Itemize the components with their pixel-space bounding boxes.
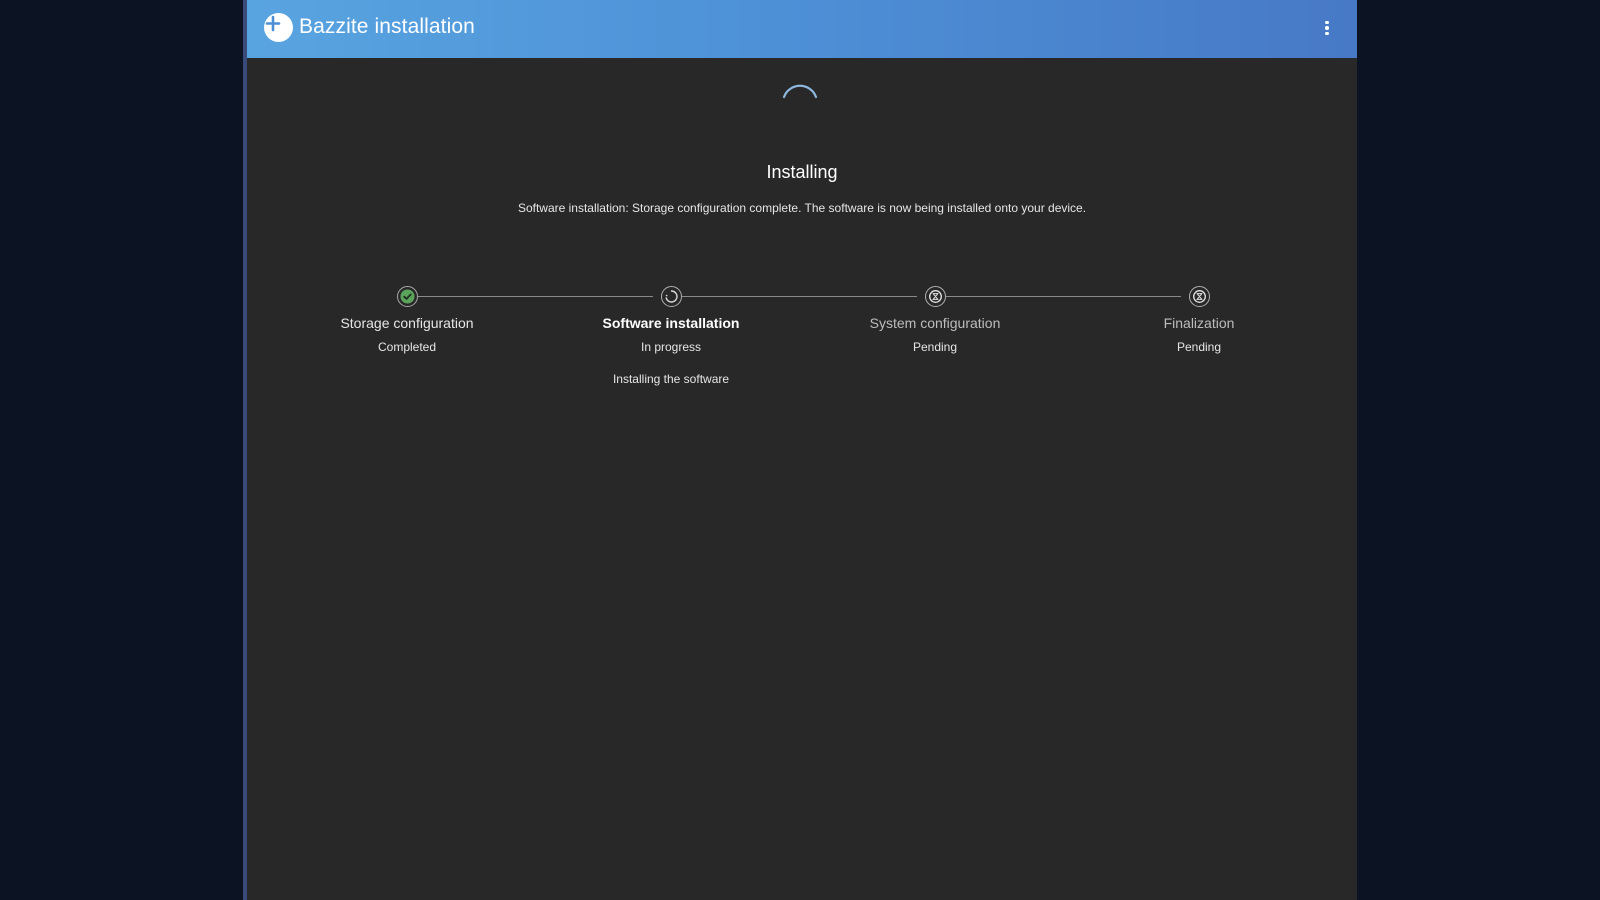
step-status: Pending <box>1176 340 1222 354</box>
bazzite-logo-icon <box>264 13 293 42</box>
progress-message: Software installation: Storage configura… <box>517 201 1087 215</box>
step-title: Software installation <box>602 315 740 331</box>
step-status: In progress <box>640 340 702 354</box>
installer-window: Bazzite installation Installing Software… <box>247 0 1357 900</box>
spinner-icon <box>660 286 682 307</box>
step-software-installation: Software installation In progress Instal… <box>571 286 771 386</box>
app-title: Bazzite installation <box>299 15 475 38</box>
step-finalization: Finalization Pending <box>1099 286 1299 354</box>
kebab-menu-icon[interactable] <box>1317 17 1337 39</box>
step-title: System configuration <box>869 315 1001 331</box>
step-title: Storage configuration <box>340 315 474 331</box>
step-status: Pending <box>912 340 958 354</box>
check-circle-icon <box>396 286 418 307</box>
step-detail: Installing the software <box>612 372 730 386</box>
step-status: Completed <box>377 340 437 354</box>
step-storage-configuration: Storage configuration Completed <box>307 286 507 354</box>
loading-spinner-icon <box>782 84 818 99</box>
step-system-configuration: System configuration Pending <box>835 286 1035 354</box>
step-title: Finalization <box>1163 315 1235 331</box>
pending-icon <box>924 286 946 307</box>
pending-icon <box>1188 286 1210 307</box>
progress-heading: Installing <box>766 162 838 182</box>
header-bar: Bazzite installation <box>247 0 1357 58</box>
